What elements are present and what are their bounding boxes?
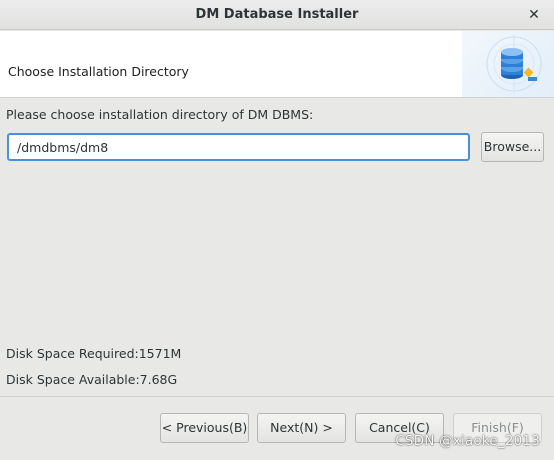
- database-icon: [486, 35, 542, 93]
- previous-button[interactable]: < Previous(B): [160, 413, 249, 443]
- next-button[interactable]: Next(N) >: [257, 413, 346, 443]
- browse-button[interactable]: Browse...: [481, 132, 544, 162]
- header-banner: [462, 31, 554, 97]
- page-title: Choose Installation Directory: [8, 64, 189, 79]
- disk-space-available: Disk Space Available:7.68G: [6, 372, 178, 387]
- installation-directory-input[interactable]: [7, 133, 470, 161]
- title-bar: DM Database Installer ✕: [0, 0, 554, 30]
- window-title: DM Database Installer: [195, 7, 359, 22]
- watermark: CSDN @xiaoke_2013: [395, 433, 540, 449]
- disk-space-required: Disk Space Required:1571M: [6, 346, 182, 361]
- footer-divider: [0, 396, 554, 397]
- wizard-header: Choose Installation Directory: [0, 31, 554, 98]
- directory-prompt: Please choose installation directory of …: [6, 107, 314, 122]
- close-icon[interactable]: ✕: [524, 5, 544, 25]
